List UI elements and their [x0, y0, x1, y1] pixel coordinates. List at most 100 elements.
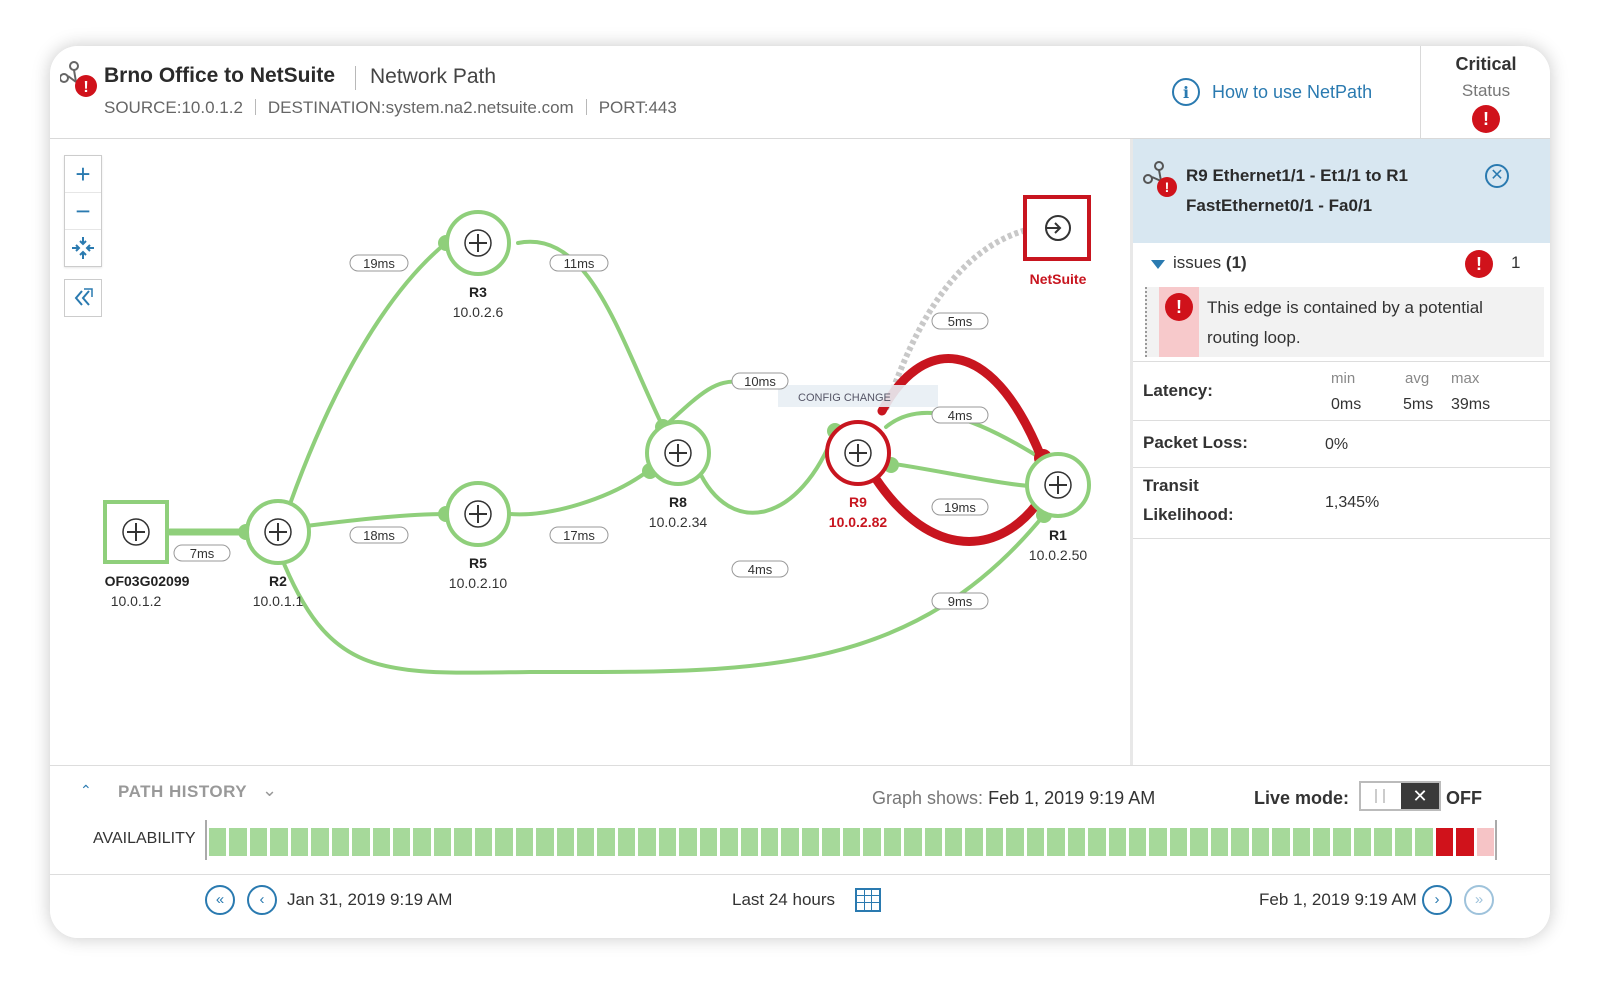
- availability-cell[interactable]: [1129, 828, 1147, 856]
- edge-r8-config[interactable]: [664, 379, 742, 427]
- availability-cell[interactable]: [1006, 828, 1024, 856]
- availability-cell[interactable]: [413, 828, 431, 856]
- issues-count-paren: (1): [1225, 253, 1247, 272]
- availability-cell[interactable]: [536, 828, 554, 856]
- availability-cell[interactable]: [1374, 828, 1392, 856]
- previous-button[interactable]: ‹: [247, 885, 277, 915]
- range-label[interactable]: Last 24 hours: [732, 890, 835, 910]
- availability-cell[interactable]: [965, 828, 983, 856]
- availability-cell[interactable]: [1047, 828, 1065, 856]
- availability-cell[interactable]: [597, 828, 615, 856]
- availability-cell[interactable]: [842, 828, 861, 856]
- node-name: R2: [269, 573, 287, 589]
- path-graph[interactable]: + − CONFIG CHANGE 19ms 11ms 7ms 18ms 17m…: [50, 139, 1130, 765]
- availability-cell[interactable]: [1415, 828, 1433, 856]
- node-r2[interactable]: [245, 499, 311, 565]
- availability-cell[interactable]: [474, 828, 493, 856]
- availability-cell[interactable]: [311, 828, 329, 856]
- close-panel-button[interactable]: ✕: [1485, 164, 1509, 188]
- availability-cell[interactable]: [1231, 828, 1249, 856]
- node-netsuite[interactable]: [1023, 195, 1091, 261]
- availability-cell[interactable]: [1169, 828, 1188, 856]
- availability-cell[interactable]: [801, 828, 820, 856]
- availability-cell[interactable]: [393, 828, 411, 856]
- availability-cell[interactable]: [1476, 828, 1494, 856]
- last-page-button[interactable]: »: [1464, 885, 1494, 915]
- availability-cell[interactable]: [720, 828, 738, 856]
- chevron-down-icon[interactable]: ⌄: [262, 780, 277, 801]
- availability-cell[interactable]: [229, 828, 247, 856]
- first-page-button[interactable]: «: [205, 885, 235, 915]
- node-r5[interactable]: [445, 481, 511, 547]
- availability-cell[interactable]: [1313, 828, 1331, 856]
- availability-cell[interactable]: [1292, 828, 1310, 856]
- availability-cell[interactable]: [924, 828, 942, 856]
- availability-cell[interactable]: [1435, 828, 1454, 856]
- availability-cell[interactable]: [1149, 828, 1167, 856]
- availability-cell[interactable]: [556, 828, 574, 856]
- latency-label: 9ms: [948, 594, 973, 609]
- availability-cell[interactable]: [209, 828, 227, 856]
- availability-cell[interactable]: [1456, 828, 1474, 856]
- how-to-link[interactable]: i How to use NetPath: [1172, 76, 1372, 108]
- availability-cell[interactable]: [1026, 828, 1045, 856]
- path-history-title[interactable]: PATH HISTORY: [118, 782, 247, 802]
- availability-cell[interactable]: [740, 828, 758, 856]
- availability-cell[interactable]: [1190, 828, 1208, 856]
- availability-cell[interactable]: [433, 828, 452, 856]
- availability-timeline[interactable]: [205, 820, 1497, 860]
- availability-cell[interactable]: [270, 828, 288, 856]
- time-navigation: « ‹ Jan 31, 2019 9:19 AM Last 24 hours F…: [50, 874, 1550, 938]
- availability-cell[interactable]: [495, 828, 513, 856]
- availability-cell[interactable]: [904, 828, 922, 856]
- node-name: OF03G02099: [105, 573, 190, 589]
- node-r9[interactable]: [825, 420, 891, 486]
- availability-cell[interactable]: [1333, 828, 1351, 856]
- availability-cell[interactable]: [617, 828, 636, 856]
- availability-cell[interactable]: [1210, 828, 1229, 856]
- node-r3[interactable]: [445, 210, 511, 276]
- availability-cell[interactable]: [822, 828, 840, 856]
- range-end: Feb 1, 2019 9:19 AM: [1259, 890, 1417, 909]
- edge-r8-r9-lower[interactable]: [696, 429, 837, 515]
- node-source[interactable]: [103, 500, 169, 564]
- availability-cell[interactable]: [883, 828, 902, 856]
- availability-cell[interactable]: [761, 828, 779, 856]
- availability-cell[interactable]: [1088, 828, 1106, 856]
- chevron-up-icon[interactable]: ⌃: [80, 782, 92, 799]
- availability-cell[interactable]: [1272, 828, 1290, 856]
- availability-cell[interactable]: [1108, 828, 1126, 856]
- availability-cell[interactable]: [1251, 828, 1270, 856]
- availability-cell[interactable]: [679, 828, 697, 856]
- edge-r5-r8[interactable]: [508, 469, 650, 517]
- availability-cell[interactable]: [515, 828, 534, 856]
- edge-r2-r5[interactable]: [304, 512, 448, 528]
- availability-cell[interactable]: [249, 828, 268, 856]
- availability-cell[interactable]: [985, 828, 1004, 856]
- node-r1[interactable]: [1025, 452, 1091, 518]
- calendar-icon[interactable]: [855, 888, 881, 912]
- availability-cell[interactable]: [577, 828, 595, 856]
- availability-cell[interactable]: [1067, 828, 1086, 856]
- availability-cell[interactable]: [658, 828, 677, 856]
- availability-cell[interactable]: [352, 828, 370, 856]
- availability-cell[interactable]: [638, 828, 656, 856]
- next-button[interactable]: ›: [1422, 885, 1452, 915]
- issues-header[interactable]: issues (1) ! 1: [1133, 243, 1550, 283]
- availability-cell[interactable]: [372, 828, 390, 856]
- availability-cell[interactable]: [699, 828, 718, 856]
- edge-r9-r1-mid[interactable]: [886, 461, 1032, 488]
- availability-cell[interactable]: [290, 828, 309, 856]
- availability-cell[interactable]: [945, 828, 963, 856]
- availability-cell[interactable]: [454, 828, 472, 856]
- edge-r2-r3[interactable]: [288, 241, 448, 506]
- live-mode-toggle[interactable]: ✕: [1359, 781, 1441, 811]
- availability-cell[interactable]: [1353, 828, 1372, 856]
- availability-cell[interactable]: [781, 828, 799, 856]
- availability-cell[interactable]: [331, 828, 350, 856]
- node-r8[interactable]: [645, 420, 711, 486]
- destination-text: DESTINATION:system.na2.netsuite.com: [267, 98, 574, 117]
- availability-cell[interactable]: [1394, 828, 1413, 856]
- node-ip: 10.0.2.6: [453, 304, 504, 320]
- availability-cell[interactable]: [863, 828, 881, 856]
